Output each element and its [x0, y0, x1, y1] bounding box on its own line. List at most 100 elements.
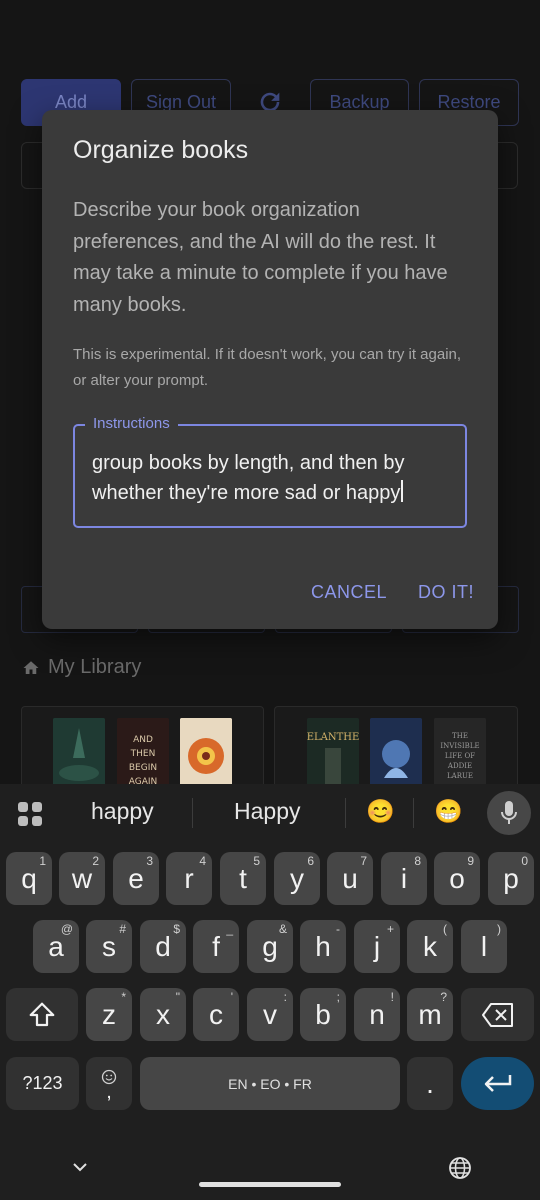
svg-text:LIFE OF: LIFE OF [445, 752, 475, 760]
key-x[interactable]: x " [140, 988, 186, 1041]
key-z[interactable]: z * [86, 988, 132, 1041]
apps-grid-icon[interactable] [17, 801, 43, 827]
key-d[interactable]: d $ [140, 920, 186, 973]
do-it-button[interactable]: DO IT! [418, 582, 474, 603]
key-label: t [239, 862, 247, 894]
gesture-handle[interactable] [199, 1182, 341, 1187]
globe-icon[interactable] [448, 1156, 472, 1180]
svg-text:THEN: THEN [130, 749, 156, 759]
key-u[interactable]: u7 [327, 852, 373, 905]
emoji-comma-key[interactable]: , [86, 1057, 132, 1110]
key-l[interactable]: l) [461, 920, 507, 973]
key-hint: ! [390, 990, 394, 1004]
enter-key[interactable] [461, 1057, 534, 1110]
key-n[interactable]: n! [354, 988, 400, 1041]
key-hint: - [336, 922, 340, 936]
key-hint: * [121, 990, 126, 1004]
suggestion-divider [345, 798, 346, 828]
key-hint: @ [60, 922, 73, 936]
key-q[interactable]: q1 [6, 852, 52, 905]
key-hint: ? [440, 990, 447, 1004]
key-p[interactable]: p0 [488, 852, 534, 905]
book-cover [180, 718, 232, 788]
key-label: h [315, 930, 331, 962]
key-s[interactable]: s # [86, 920, 132, 973]
instructions-value: group books by length, and then by wheth… [92, 452, 405, 504]
key-i[interactable]: i8 [381, 852, 427, 905]
suggestion-emoji-2[interactable]: 😁 [434, 798, 463, 825]
key-a[interactable]: a @ [33, 920, 79, 973]
key-t[interactable]: t5 [220, 852, 266, 905]
key-hint: : [283, 990, 287, 1004]
svg-text:BEGIN: BEGIN [129, 763, 157, 773]
collapse-keyboard-icon[interactable] [71, 1161, 89, 1173]
key-hint: " [175, 990, 180, 1004]
instructions-field[interactable]: Instructions group books by length, and … [73, 415, 467, 528]
key-y[interactable]: y6 [274, 852, 320, 905]
period-key[interactable]: . [407, 1057, 453, 1110]
key-label: w [71, 862, 93, 894]
key-e[interactable]: e3 [113, 852, 159, 905]
key-label: s [102, 930, 116, 962]
key-label: i [400, 862, 408, 894]
key-o[interactable]: o9 [434, 852, 480, 905]
space-key[interactable]: EN • EO • FR [140, 1057, 400, 1110]
suggestion-2[interactable]: Happy [234, 798, 300, 825]
key-h[interactable]: h- [300, 920, 346, 973]
key-label: o [449, 862, 465, 894]
key-label: b [315, 998, 331, 1030]
key-hint: ; [336, 990, 340, 1004]
screen: Add Sign Out Backup Restore My Library A… [0, 0, 540, 1200]
svg-text:THE: THE [452, 732, 468, 740]
key-label: v [263, 998, 277, 1030]
key-label: u [342, 862, 358, 894]
voice-input-button[interactable] [487, 791, 531, 835]
svg-text:INVISIBLE: INVISIBLE [440, 742, 479, 750]
key-label: n [369, 998, 385, 1030]
organize-books-dialog: Organize books Describe your book organi… [42, 110, 498, 629]
key-hint: 4 [199, 854, 206, 868]
dialog-description: Describe your book organization preferen… [73, 199, 448, 316]
shift-key[interactable] [6, 988, 78, 1041]
suggestion-emoji-1[interactable]: 😊 [366, 798, 395, 825]
book-cover [370, 718, 422, 788]
symbols-key[interactable]: ?123 [6, 1057, 79, 1110]
book-cover: THE INVISIBLE LIFE OF ADDIE LARUE [434, 718, 486, 788]
key-label: f [212, 930, 220, 962]
comma-label: , [106, 1080, 112, 1103]
book-cover: AND THEN BEGIN AGAIN [117, 718, 169, 788]
key-hint: _ [226, 922, 233, 936]
key-hint: 0 [521, 854, 528, 868]
book-cover: ELANTHE [307, 718, 359, 788]
key-hint: ) [497, 922, 501, 936]
key-label: m [418, 998, 442, 1030]
key-f[interactable]: f _ [193, 920, 239, 973]
key-w[interactable]: w2 [59, 852, 105, 905]
key-v[interactable]: v: [247, 988, 293, 1041]
key-label: e [128, 862, 144, 894]
key-hint: 1 [39, 854, 46, 868]
key-label: g [262, 930, 278, 962]
key-g[interactable]: g & [247, 920, 293, 973]
key-hint: 3 [146, 854, 153, 868]
backspace-key[interactable] [461, 988, 534, 1041]
key-hint: $ [173, 922, 180, 936]
text-cursor [401, 480, 404, 502]
key-c[interactable]: c ' [193, 988, 239, 1041]
key-r[interactable]: r4 [166, 852, 212, 905]
cancel-button[interactable]: CANCEL [311, 582, 387, 603]
key-b[interactable]: b; [300, 988, 346, 1041]
suggestion-divider [192, 798, 193, 828]
instructions-input[interactable]: group books by length, and then by wheth… [92, 448, 452, 508]
key-label: q [21, 862, 37, 894]
key-hint: # [119, 922, 126, 936]
key-j[interactable]: j + [354, 920, 400, 973]
suggestion-divider [413, 798, 414, 828]
key-hint: 5 [253, 854, 260, 868]
backspace-icon [481, 1002, 513, 1027]
key-label: y [290, 862, 304, 894]
key-label: c [209, 998, 223, 1030]
suggestion-1[interactable]: happy [91, 798, 154, 825]
key-m[interactable]: m? [407, 988, 453, 1041]
key-k[interactable]: k( [407, 920, 453, 973]
